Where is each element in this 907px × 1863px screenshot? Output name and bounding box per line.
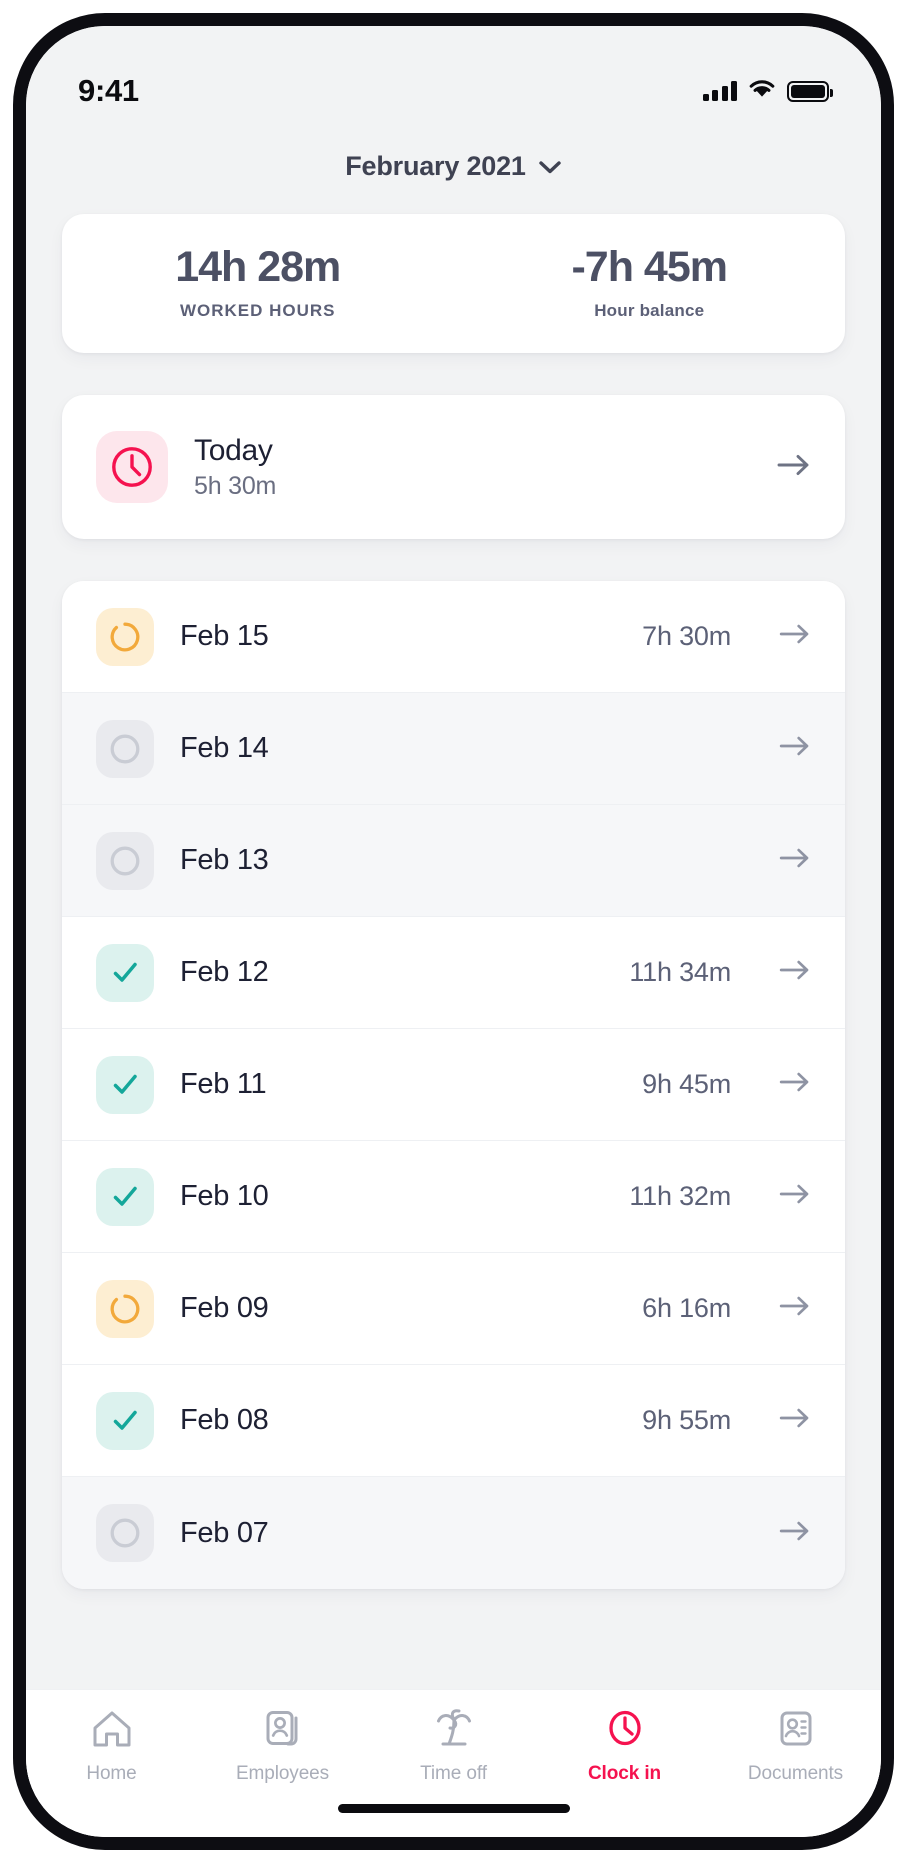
- table-row[interactable]: Feb 15 7h 30m: [62, 581, 845, 693]
- day-hours: 9h 55m: [642, 1405, 731, 1436]
- day-hours: 11h 32m: [629, 1181, 731, 1212]
- day-date: Feb 08: [180, 1404, 616, 1437]
- day-date: Feb 15: [180, 620, 616, 653]
- check-icon: [96, 1168, 154, 1226]
- cellular-signal-icon: [703, 81, 738, 101]
- arrow-right-icon[interactable]: [779, 1182, 811, 1211]
- day-date: Feb 09: [180, 1292, 616, 1325]
- home-icon: [90, 1708, 134, 1755]
- arrow-right-icon[interactable]: [779, 1070, 811, 1099]
- month-selector[interactable]: February 2021: [26, 144, 881, 188]
- tab-documents[interactable]: Documents: [710, 1708, 881, 1785]
- hour-balance-value: -7h 45m: [571, 246, 727, 289]
- empty-circle-icon: [96, 720, 154, 778]
- status-bar-time: 9:41: [78, 73, 139, 109]
- palm-tree-icon: [432, 1708, 476, 1755]
- progress-ring-icon: [96, 608, 154, 666]
- arrow-right-icon[interactable]: [779, 1294, 811, 1323]
- tab-clock-in[interactable]: Clock in: [539, 1708, 710, 1785]
- today-text-group: Today 5h 30m: [194, 434, 751, 501]
- table-row[interactable]: Feb 13: [62, 805, 845, 917]
- day-hours: 11h 34m: [629, 957, 731, 988]
- day-hours: 7h 30m: [642, 621, 731, 652]
- empty-circle-icon: [96, 832, 154, 890]
- tab-employees-label: Employees: [236, 1763, 329, 1785]
- day-list[interactable]: Feb 15 7h 30m Feb 14: [62, 581, 845, 1589]
- status-bar: 9:41: [26, 26, 881, 122]
- tab-home[interactable]: Home: [26, 1708, 197, 1785]
- chevron-down-icon[interactable]: [538, 160, 562, 180]
- clock-icon: [603, 1708, 647, 1755]
- tab-home-label: Home: [86, 1763, 136, 1785]
- clock-icon: [96, 431, 168, 503]
- arrow-right-icon[interactable]: [779, 622, 811, 651]
- table-row[interactable]: Feb 08 9h 55m: [62, 1365, 845, 1477]
- arrow-right-icon[interactable]: [779, 958, 811, 987]
- day-date: Feb 13: [180, 844, 705, 877]
- phone-frame: 9:41 February 2021: [13, 13, 894, 1850]
- month-label: February 2021: [345, 151, 526, 182]
- day-date: Feb 07: [180, 1517, 705, 1550]
- document-icon: [774, 1708, 818, 1755]
- tab-time-off[interactable]: Time off: [368, 1708, 539, 1785]
- table-row[interactable]: Feb 09 6h 16m: [62, 1253, 845, 1365]
- day-date: Feb 11: [180, 1068, 616, 1101]
- today-duration: 5h 30m: [194, 472, 751, 501]
- arrow-right-icon[interactable]: [777, 452, 811, 483]
- table-row[interactable]: Feb 10 11h 32m: [62, 1141, 845, 1253]
- wifi-icon: [748, 78, 776, 104]
- tab-time-off-label: Time off: [420, 1763, 487, 1785]
- check-icon: [96, 1056, 154, 1114]
- check-icon: [96, 944, 154, 1002]
- employees-icon: [261, 1708, 305, 1755]
- tab-employees[interactable]: Employees: [197, 1708, 368, 1785]
- day-date: Feb 10: [180, 1180, 603, 1213]
- progress-ring-icon: [96, 1280, 154, 1338]
- table-row[interactable]: Feb 11 9h 45m: [62, 1029, 845, 1141]
- day-date: Feb 14: [180, 732, 705, 765]
- worked-hours-label: WORKED HOURS: [180, 301, 336, 321]
- scroll-content[interactable]: 14h 28m WORKED HOURS -7h 45m Hour balanc…: [26, 196, 881, 1837]
- table-row[interactable]: Feb 12 11h 34m: [62, 917, 845, 1029]
- check-icon: [96, 1392, 154, 1450]
- hour-balance-stat: -7h 45m Hour balance: [454, 214, 846, 353]
- worked-hours-value: 14h 28m: [175, 246, 340, 289]
- arrow-right-icon[interactable]: [779, 734, 811, 763]
- home-indicator: [338, 1804, 570, 1813]
- arrow-right-icon[interactable]: [779, 1519, 811, 1548]
- bottom-tab-bar: Home Employees: [26, 1689, 881, 1837]
- phone-screen: 9:41 February 2021: [26, 26, 881, 1837]
- arrow-right-icon[interactable]: [779, 846, 811, 875]
- table-row[interactable]: Feb 07: [62, 1477, 845, 1589]
- arrow-right-icon[interactable]: [779, 1406, 811, 1435]
- day-hours: 6h 16m: [642, 1293, 731, 1324]
- day-hours: 9h 45m: [642, 1069, 731, 1100]
- tab-documents-label: Documents: [748, 1763, 843, 1785]
- empty-circle-icon: [96, 1504, 154, 1562]
- today-title: Today: [194, 434, 751, 468]
- table-row[interactable]: Feb 14: [62, 693, 845, 805]
- worked-hours-stat: 14h 28m WORKED HOURS: [62, 214, 454, 353]
- hour-balance-label: Hour balance: [594, 301, 704, 321]
- day-date: Feb 12: [180, 956, 603, 989]
- battery-full-icon: [787, 81, 829, 102]
- tab-clock-in-label: Clock in: [588, 1763, 661, 1785]
- summary-card: 14h 28m WORKED HOURS -7h 45m Hour balanc…: [62, 214, 845, 353]
- status-bar-icons: [703, 78, 830, 104]
- today-card[interactable]: Today 5h 30m: [62, 395, 845, 539]
